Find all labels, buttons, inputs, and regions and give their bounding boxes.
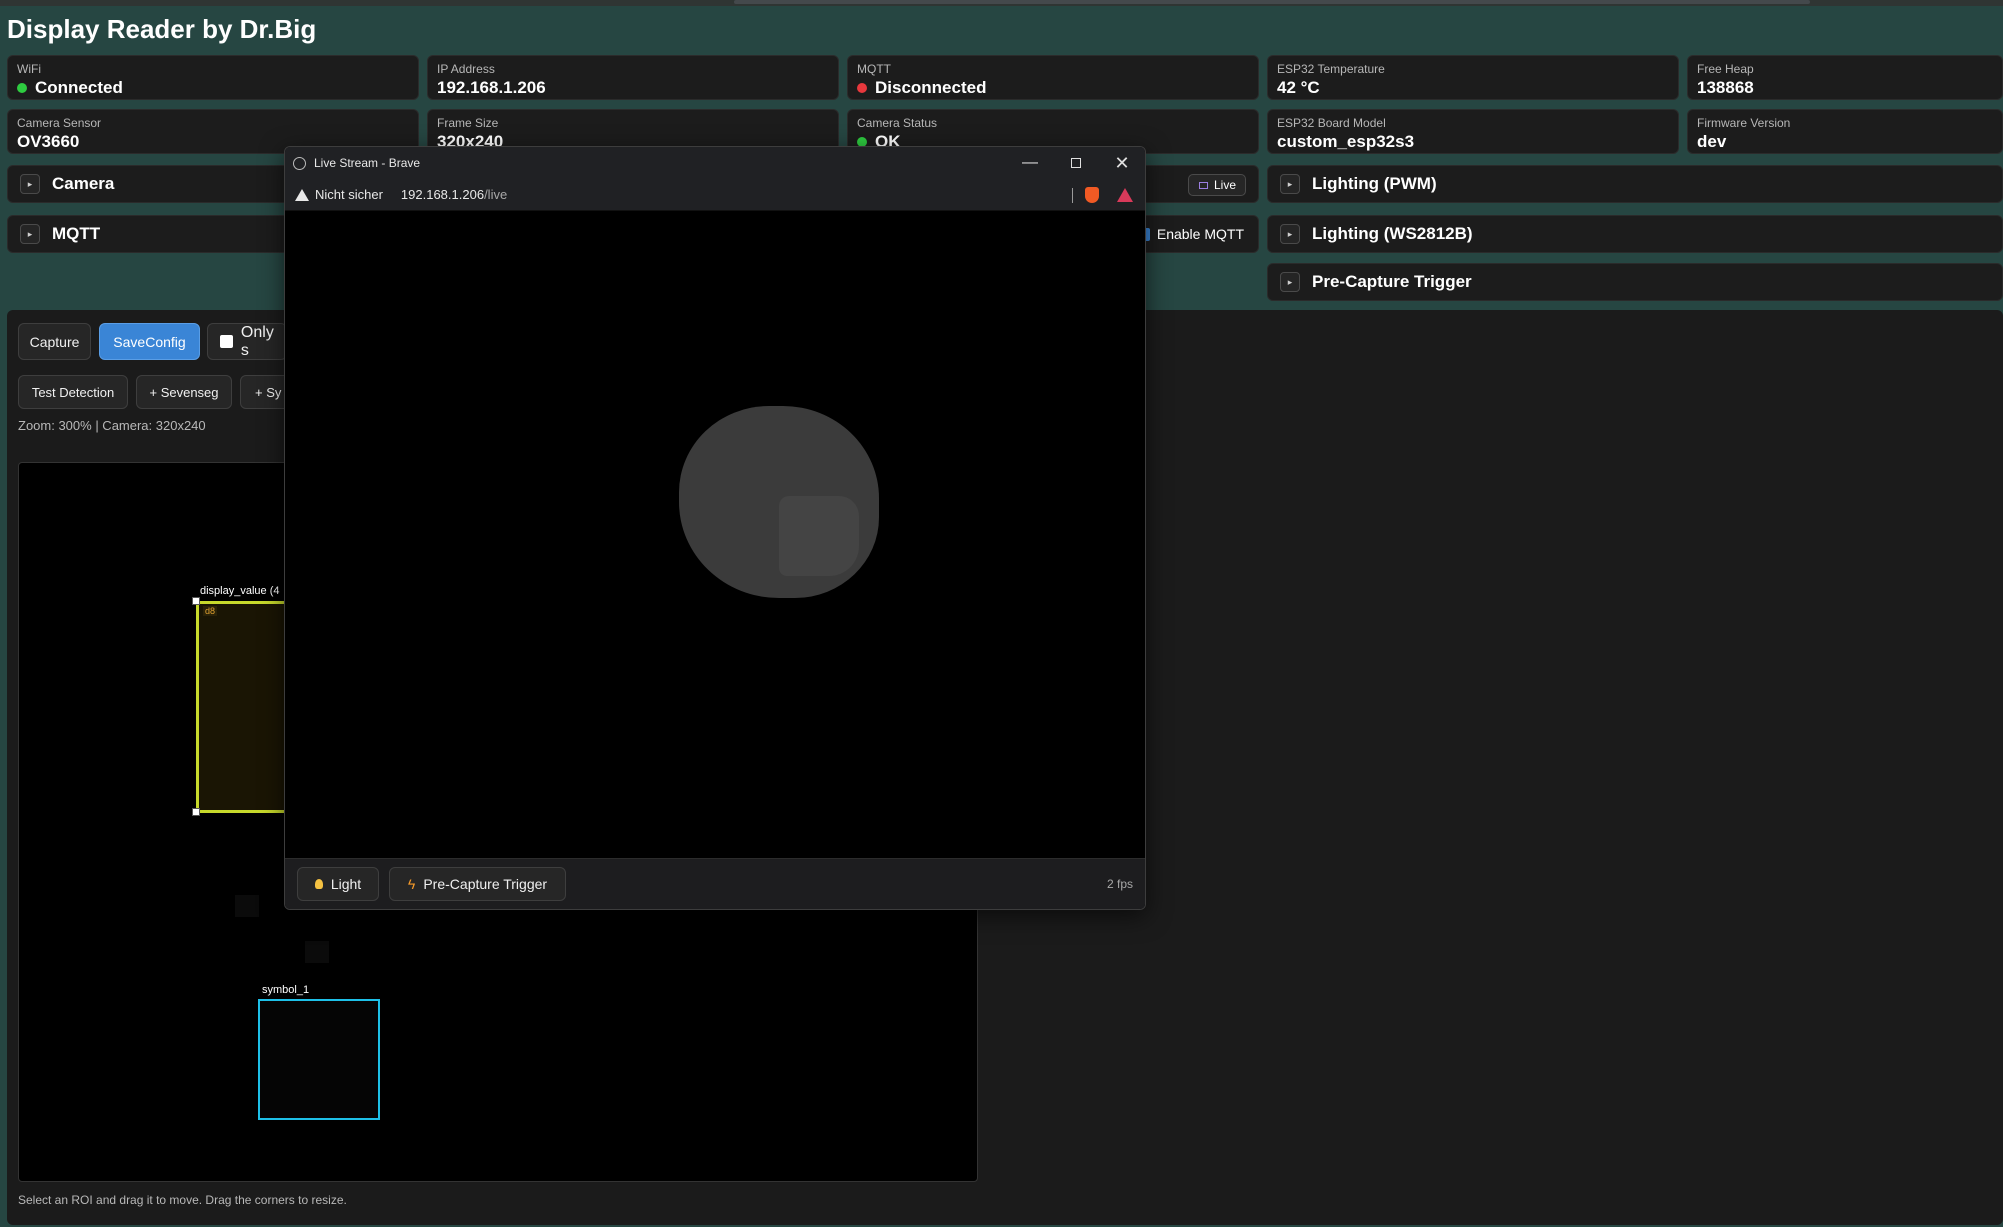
- mqtt-value: Disconnected: [875, 78, 987, 97]
- section-lighting-pwm-title: Lighting (PWM): [1312, 174, 1437, 193]
- stream-footer: Light ϟ Pre-Capture Trigger 2 fps: [285, 858, 1145, 909]
- board-value: custom_esp32s3: [1277, 132, 1415, 151]
- section-precapture-title: Pre-Capture Trigger: [1312, 272, 1472, 291]
- lightning-icon: ϟ: [407, 876, 416, 892]
- section-precapture-trigger[interactable]: ▸ Pre-Capture Trigger: [1267, 263, 2003, 301]
- image-noise: [305, 941, 329, 963]
- temperature-card: ESP32 Temperature 42 °C: [1267, 55, 1679, 100]
- section-lighting-ws2812b[interactable]: ▸ Lighting (WS2812B): [1267, 215, 2003, 253]
- lightbulb-icon: [314, 879, 323, 889]
- scrollbar-thumb[interactable]: [734, 0, 1810, 4]
- frame-size-label: Frame Size: [437, 116, 499, 130]
- live-stream-image: [285, 211, 1145, 860]
- top-scrollbar[interactable]: [0, 0, 2003, 6]
- ip-value: 192.168.1.206: [437, 78, 546, 97]
- firmware-card: Firmware Version dev: [1687, 109, 2003, 154]
- live-stream-window[interactable]: Live Stream - Brave — ✕ Nicht sicher 192…: [284, 146, 1146, 910]
- mqtt-card: MQTT Disconnected: [847, 55, 1259, 100]
- warning-icon: [295, 188, 309, 201]
- wifi-status-dot: [17, 83, 27, 93]
- section-lighting-pwm[interactable]: ▸ Lighting (PWM): [1267, 165, 2003, 203]
- address-bar[interactable]: Nicht sicher 192.168.1.206 /live: [285, 179, 1145, 211]
- zoom-info: Zoom: 300% | Camera: 320x240: [18, 418, 206, 433]
- heap-card: Free Heap 138868: [1687, 55, 2003, 100]
- sensor-value: OV3660: [17, 132, 80, 151]
- minimize-icon[interactable]: —: [1007, 147, 1053, 179]
- test-detection-button[interactable]: Test Detection: [18, 375, 128, 409]
- window-title: Live Stream - Brave: [314, 156, 421, 170]
- capture-button[interactable]: Capture: [18, 323, 91, 360]
- ip-card: IP Address 192.168.1.206: [427, 55, 839, 100]
- roi-hint: Select an ROI and drag it to move. Drag …: [18, 1193, 347, 1207]
- expand-chevron-icon[interactable]: ▸: [20, 174, 40, 194]
- maximize-icon[interactable]: [1053, 147, 1099, 179]
- window-titlebar[interactable]: Live Stream - Brave — ✕: [285, 147, 1145, 179]
- roi-symbol-label: symbol_1: [262, 984, 310, 996]
- board-card: ESP32 Board Model custom_esp32s3: [1267, 109, 1679, 154]
- expand-chevron-icon[interactable]: ▸: [1280, 224, 1300, 244]
- url-path[interactable]: /live: [484, 187, 507, 202]
- app-title: Display Reader by Dr.Big: [7, 14, 317, 44]
- expand-chevron-icon[interactable]: ▸: [1280, 272, 1300, 292]
- camera-blob-shade: [779, 496, 859, 576]
- camera-status-label: Camera Status: [857, 116, 938, 130]
- roi-corner-handle[interactable]: [192, 597, 200, 605]
- wifi-card: WiFi Connected: [7, 55, 419, 100]
- live-button[interactable]: Live: [1187, 174, 1246, 196]
- roi-corner-handle[interactable]: [192, 808, 200, 816]
- only-save-checkbox[interactable]: [220, 335, 233, 348]
- wifi-value: Connected: [35, 78, 123, 97]
- ip-label: IP Address: [437, 62, 495, 76]
- monitor-icon: [1198, 181, 1208, 189]
- enable-mqtt-toggle[interactable]: ✓ Enable MQTT: [1136, 226, 1244, 242]
- temperature-label: ESP32 Temperature: [1277, 62, 1385, 76]
- brave-rewards-icon[interactable]: [1117, 188, 1133, 202]
- add-sevenseg-button[interactable]: + Sevenseg: [136, 375, 232, 409]
- wifi-label: WiFi: [17, 62, 41, 76]
- roi-digit-label: d8: [203, 606, 218, 616]
- heap-value: 138868: [1697, 78, 1754, 97]
- sensor-label: Camera Sensor: [17, 116, 102, 130]
- expand-chevron-icon[interactable]: ▸: [20, 224, 40, 244]
- mqtt-status-dot: [857, 83, 867, 93]
- expand-chevron-icon[interactable]: ▸: [1280, 174, 1300, 194]
- url-host[interactable]: 192.168.1.206: [401, 187, 484, 202]
- mqtt-label: MQTT: [857, 62, 891, 76]
- section-lighting-ws2812b-title: Lighting (WS2812B): [1312, 224, 1473, 243]
- image-noise: [235, 895, 259, 917]
- heap-label: Free Heap: [1697, 62, 1754, 76]
- section-camera-title: Camera: [52, 174, 115, 193]
- roi-symbol[interactable]: [258, 999, 380, 1120]
- security-indicator[interactable]: Nicht sicher: [315, 187, 383, 202]
- temperature-value: 42 °C: [1277, 78, 1320, 97]
- light-button[interactable]: Light: [297, 867, 379, 901]
- roi-display-value-label: display_value (4: [200, 585, 280, 597]
- firmware-label: Firmware Version: [1697, 116, 1791, 130]
- precapture-trigger-button[interactable]: ϟ Pre-Capture Trigger: [389, 867, 566, 901]
- saveconfig-button[interactable]: SaveConfig: [99, 323, 200, 360]
- firmware-value: dev: [1697, 132, 1727, 151]
- divider: [1072, 188, 1073, 203]
- section-mqtt-title: MQTT: [52, 224, 101, 243]
- brave-shield-icon[interactable]: [1085, 187, 1099, 203]
- close-icon[interactable]: ✕: [1099, 147, 1145, 179]
- only-save-toggle[interactable]: Only s: [207, 323, 287, 360]
- globe-icon: [293, 156, 306, 170]
- board-label: ESP32 Board Model: [1277, 116, 1386, 130]
- fps-indicator: 2 fps: [1106, 877, 1133, 891]
